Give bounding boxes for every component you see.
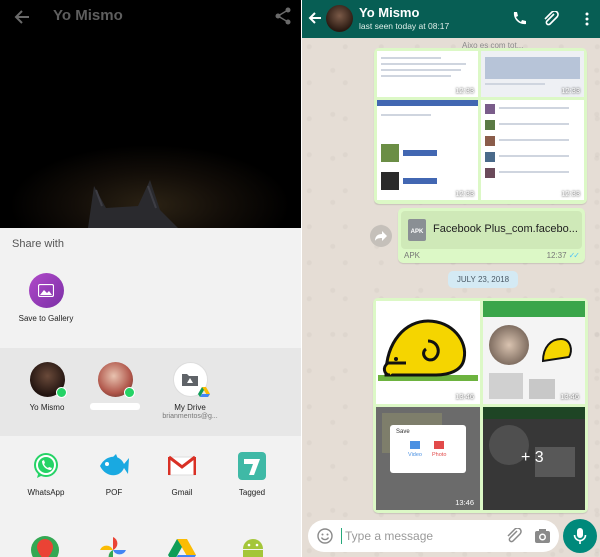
whatsapp-badge-icon	[55, 387, 67, 398]
whatsapp-icon	[30, 450, 62, 482]
app-gmail[interactable]: Gmail	[152, 450, 212, 497]
voice-call-icon[interactable]	[511, 11, 527, 27]
app-label: Gmail	[171, 488, 193, 497]
app-tagged[interactable]: Tagged	[222, 450, 282, 497]
google-drive-icon[interactable]	[167, 535, 197, 557]
attach-icon[interactable]	[543, 11, 559, 27]
image-preview: Yo Mismo	[0, 0, 301, 228]
gallery-label: Save to Gallery	[18, 314, 74, 323]
forward-arrow-icon	[375, 231, 387, 241]
forward-button[interactable]	[370, 225, 392, 247]
google-maps-icon[interactable]	[30, 535, 60, 557]
file-name: Facebook Plus_com.facebo...	[433, 223, 578, 235]
android-icon[interactable]	[238, 535, 268, 557]
app-label: WhatsApp	[27, 488, 65, 497]
contact-label: Yo Mismo	[29, 403, 65, 412]
partial-message-text: Aixo es com tot...	[462, 41, 524, 50]
chat-header: Yo Mismo last seen today at 08:17	[302, 0, 600, 38]
contact-avatar[interactable]	[326, 5, 353, 32]
image-tile-collage[interactable]: 13:46	[483, 301, 585, 404]
last-seen-status: last seen today at 08:17	[359, 21, 450, 31]
whatsapp-chat-panel: Yo Mismo last seen today at 08:17 Aixo e…	[302, 0, 600, 557]
more-menu-icon[interactable]	[579, 11, 595, 27]
tagged-icon	[236, 450, 268, 482]
app-label: POF	[105, 488, 123, 497]
message-input-bar: Type a message	[308, 520, 559, 552]
photo-icon	[434, 441, 444, 449]
more-images-count: + 3	[521, 449, 544, 466]
contact-name[interactable]: Yo Mismo	[359, 5, 419, 20]
apk-file-icon: APK	[408, 219, 426, 241]
screenshot-thumbnail[interactable]: 12:33	[481, 100, 584, 200]
app-label: Tagged	[238, 488, 266, 497]
date-divider: JULY 23, 2018	[448, 271, 518, 288]
text-cursor	[341, 528, 342, 544]
app-whatsapp[interactable]: WhatsApp	[16, 450, 76, 497]
preview-title: Yo Mismo	[53, 7, 123, 24]
voice-message-button[interactable]	[563, 519, 597, 553]
back-arrow-icon[interactable]	[308, 10, 322, 26]
whatsapp-badge-icon	[123, 387, 135, 398]
contact-yo-mismo[interactable]: Yo Mismo	[20, 362, 74, 412]
microphone-icon	[573, 528, 587, 544]
emoji-icon[interactable]	[317, 528, 333, 544]
share-sheet-panel: Yo Mismo Share with Save to Gallery Yo M…	[0, 0, 301, 557]
message-bubble-images[interactable]: 13:46 13:46 Save Video Photo 13:46 + 3	[373, 298, 588, 513]
file-type: APK	[404, 251, 421, 260]
camera-icon[interactable]	[534, 528, 551, 544]
save-dialog: Save Video Photo	[390, 425, 466, 473]
screenshot-thumbnail[interactable]: 12:33	[481, 51, 584, 97]
image-tile-more[interactable]: + 3	[483, 407, 585, 510]
message-bubble-screenshots[interactable]: Aixo es com tot... 12:33 12:33 12:33 12:…	[374, 41, 587, 204]
avatar	[97, 362, 135, 398]
contact-my-drive[interactable]: My Drive brianmentos@g...	[160, 362, 220, 420]
contact-redacted[interactable]	[88, 362, 142, 410]
redacted-name	[90, 403, 140, 410]
avatar	[29, 362, 67, 398]
avatar	[172, 362, 210, 397]
screenshot-thumbnail[interactable]: 12:33	[377, 51, 478, 97]
video-icon	[410, 441, 420, 449]
gallery-icon	[28, 273, 64, 308]
file-attachment[interactable]: APK Facebook Plus_com.facebo...	[401, 211, 582, 249]
share-icon[interactable]	[274, 7, 292, 25]
share-with-heading: Share with	[12, 238, 64, 250]
message-time: 12:37 ✓✓	[546, 251, 581, 260]
google-drive-icon	[197, 387, 210, 397]
google-photos-icon[interactable]	[98, 535, 128, 557]
cat-silhouette-image	[88, 180, 178, 228]
app-pof[interactable]: POF	[84, 450, 144, 497]
back-arrow-icon[interactable]	[14, 7, 30, 27]
screenshot-thumbnail[interactable]: 12:33	[377, 100, 478, 200]
fish-icon	[98, 450, 130, 482]
gmail-icon	[166, 450, 198, 482]
save-to-gallery-button[interactable]: Save to Gallery	[12, 273, 80, 323]
image-tile-save-dialog[interactable]: Save Video Photo 13:46	[376, 407, 480, 510]
folder-drive-icon	[182, 374, 198, 386]
contact-sublabel: brianmentos@g...	[162, 413, 218, 420]
attach-icon[interactable]	[506, 528, 522, 544]
snail-image	[378, 319, 478, 381]
contact-label: My Drive	[174, 403, 206, 412]
read-receipt-icon: ✓✓	[568, 251, 580, 260]
message-input[interactable]: Type a message	[345, 529, 433, 543]
image-tile-snail[interactable]: 13:46	[376, 301, 480, 404]
message-bubble-file[interactable]: APK Facebook Plus_com.facebo... APK 12:3…	[398, 208, 585, 263]
